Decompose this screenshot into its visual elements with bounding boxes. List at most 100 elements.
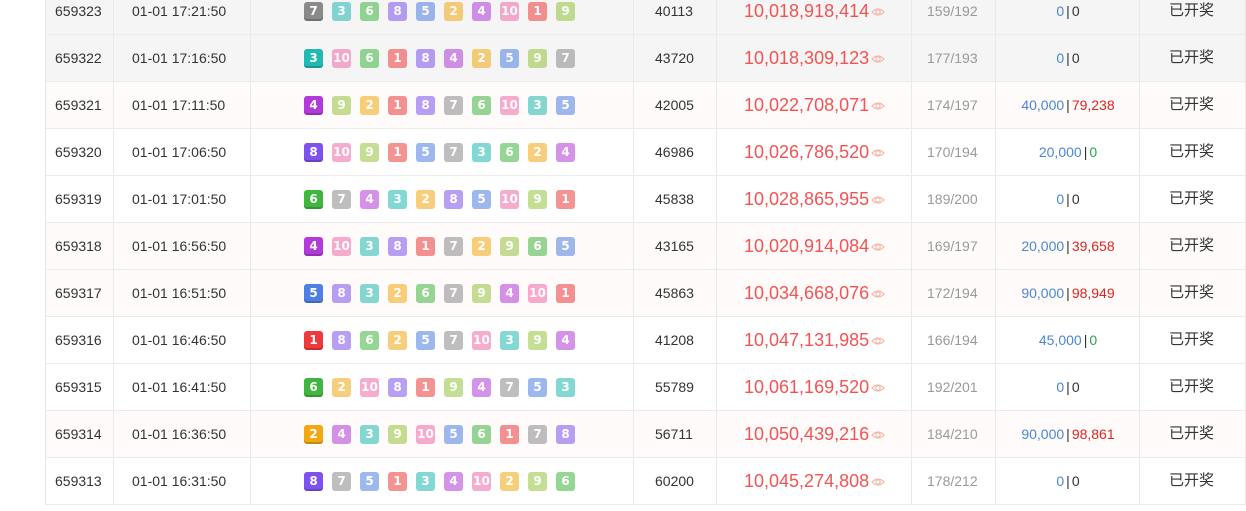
result-ball: 6 xyxy=(360,2,379,21)
result-number: 45863 xyxy=(655,285,694,301)
column-divider xyxy=(911,364,912,410)
eye-icon[interactable] xyxy=(869,236,885,256)
column-divider xyxy=(995,176,996,222)
winnings: 0 | 0 xyxy=(998,364,1138,410)
eye-icon[interactable] xyxy=(869,48,885,68)
eye-icon[interactable] xyxy=(869,95,885,115)
winnings-separator: | xyxy=(1066,238,1070,254)
result-ball: 6 xyxy=(304,378,323,397)
column-divider xyxy=(995,35,996,81)
result-ball: 10 xyxy=(528,284,547,303)
result-ball: 3 xyxy=(304,49,323,68)
result-ball: 6 xyxy=(528,237,547,256)
total-amount-value: 10,047,131,985 xyxy=(744,330,870,350)
winnings-separator: | xyxy=(1066,50,1070,66)
eye-icon[interactable] xyxy=(869,283,885,303)
column-divider xyxy=(995,458,996,504)
total-amount: 10,026,786,520 xyxy=(744,129,885,175)
winnings-second: 0 xyxy=(1071,50,1080,66)
result-ball: 1 xyxy=(388,143,407,162)
total-amount: 10,034,668,076 xyxy=(744,270,885,316)
total-amount-value: 10,061,169,520 xyxy=(744,377,870,397)
total-amount: 10,018,918,414 xyxy=(744,0,885,34)
result-ball: 2 xyxy=(472,237,491,256)
eye-icon[interactable] xyxy=(869,424,885,444)
result-ball: 5 xyxy=(556,237,575,256)
column-divider xyxy=(113,458,114,504)
column-divider xyxy=(995,270,996,316)
result-ball: 8 xyxy=(388,237,407,256)
column-divider xyxy=(716,223,717,269)
column-divider xyxy=(633,129,634,175)
column-divider xyxy=(911,223,912,269)
column-divider xyxy=(995,223,996,269)
winnings-first: 20,000 xyxy=(1038,144,1082,160)
result-balls: 5 8 3 2 6 7 9 4 10 1 xyxy=(304,284,584,304)
eye-icon[interactable] xyxy=(869,377,885,397)
draw-time: 01-01 16:36:50 xyxy=(132,426,227,442)
eye-icon[interactable] xyxy=(869,189,885,209)
column-divider xyxy=(633,35,634,81)
column-divider xyxy=(716,411,717,457)
result-ball: 9 xyxy=(500,237,519,256)
winnings-separator: | xyxy=(1066,426,1070,442)
result-ball: 3 xyxy=(388,190,407,209)
result-ball: 9 xyxy=(528,331,547,350)
result-ball: 7 xyxy=(332,472,351,491)
result-ball: 10 xyxy=(472,472,491,491)
issue-number: 659315 xyxy=(55,379,102,395)
result-ball: 9 xyxy=(360,143,379,162)
winnings: 40,000 | 79,238 xyxy=(998,82,1138,128)
column-divider xyxy=(250,270,251,316)
winnings-second: 0 xyxy=(1071,379,1080,395)
result-ball: 10 xyxy=(332,237,351,256)
column-divider xyxy=(995,317,996,363)
column-divider xyxy=(716,270,717,316)
column-divider xyxy=(113,176,114,222)
result-ball: 10 xyxy=(360,378,379,397)
result-ball: 9 xyxy=(388,425,407,444)
result-balls: 4 9 2 1 8 7 6 10 3 5 xyxy=(304,96,584,116)
winnings-separator: | xyxy=(1066,97,1070,113)
eye-icon[interactable] xyxy=(869,330,885,350)
column-divider xyxy=(911,129,912,175)
result-ball: 4 xyxy=(472,378,491,397)
eye-icon[interactable] xyxy=(869,1,885,21)
result-ball: 3 xyxy=(360,425,379,444)
eye-icon[interactable] xyxy=(869,471,885,491)
win-ratio: 170/194 xyxy=(927,144,978,160)
result-ball: 8 xyxy=(304,143,323,162)
win-ratio: 178/212 xyxy=(927,473,978,489)
column-divider xyxy=(250,411,251,457)
result-ball: 3 xyxy=(416,472,435,491)
column-divider xyxy=(633,82,634,128)
total-amount-value: 10,050,439,216 xyxy=(744,424,870,444)
column-divider xyxy=(633,0,634,34)
eye-icon[interactable] xyxy=(869,142,885,162)
column-divider xyxy=(250,317,251,363)
result-ball: 3 xyxy=(472,143,491,162)
table-row: 659321 01-01 17:11:50 4 9 2 1 8 7 6 10 3 5 42005 10,0… xyxy=(46,82,1245,129)
draw-time: 01-01 17:06:50 xyxy=(132,144,227,160)
result-ball: 1 xyxy=(556,284,575,303)
column-divider xyxy=(911,176,912,222)
draw-time: 01-01 17:21:50 xyxy=(132,3,227,19)
column-divider xyxy=(716,176,717,222)
total-amount-value: 10,018,918,414 xyxy=(744,1,870,21)
win-ratio: 192/201 xyxy=(927,379,978,395)
win-ratio: 174/197 xyxy=(927,97,978,113)
result-ball: 8 xyxy=(332,331,351,350)
result-balls: 6 2 10 8 1 9 4 7 5 3 xyxy=(304,378,584,398)
result-number: 46986 xyxy=(655,144,694,160)
column-divider xyxy=(911,317,912,363)
total-amount: 10,061,169,520 xyxy=(744,364,885,410)
result-ball: 6 xyxy=(360,331,379,350)
result-number: 43165 xyxy=(655,238,694,254)
result-ball: 7 xyxy=(500,378,519,397)
result-ball: 10 xyxy=(472,331,491,350)
draw-time: 01-01 16:46:50 xyxy=(132,332,227,348)
result-ball: 10 xyxy=(416,425,435,444)
total-amount: 10,045,274,808 xyxy=(744,458,885,504)
winnings-separator: | xyxy=(1066,379,1070,395)
column-divider xyxy=(911,270,912,316)
